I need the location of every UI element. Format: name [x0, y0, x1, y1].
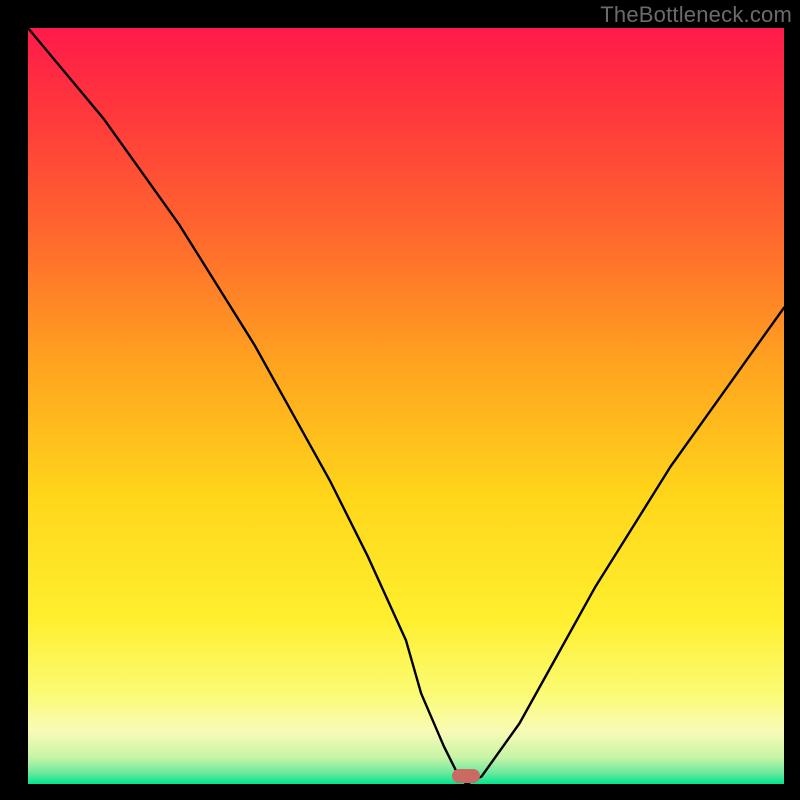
bottleneck-curve [28, 28, 784, 784]
watermark-text: TheBottleneck.com [600, 2, 792, 28]
minimum-marker [452, 769, 480, 783]
chart-frame: TheBottleneck.com [0, 0, 800, 800]
plot-area [28, 28, 784, 784]
